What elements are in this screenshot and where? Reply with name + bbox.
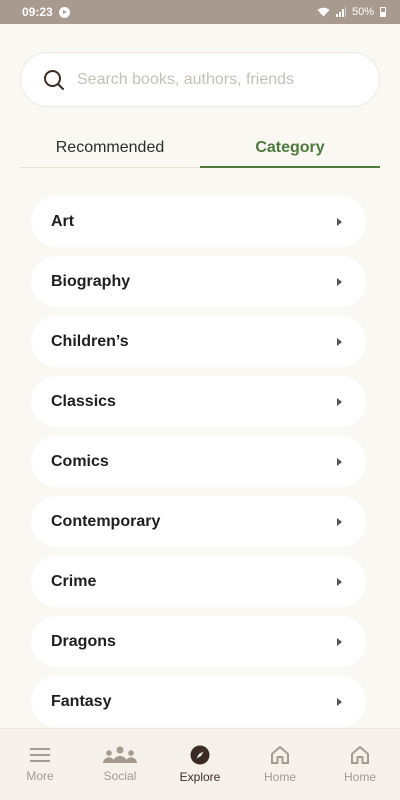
media-play-icon — [58, 6, 70, 18]
category-label: Crime — [51, 572, 97, 590]
category-label: Dragons — [51, 632, 116, 650]
nav-more[interactable]: More — [0, 729, 80, 800]
compass-icon — [190, 745, 210, 765]
battery-percentage: 50% — [351, 6, 374, 18]
category-label: Fantasy — [51, 692, 112, 710]
menu-icon — [30, 748, 50, 762]
category-label: Biography — [51, 272, 131, 290]
category-label: Comics — [51, 452, 109, 470]
nav-home[interactable]: Home — [240, 729, 320, 800]
chevron-right-icon — [337, 277, 342, 286]
chevron-right-icon — [337, 697, 342, 706]
chevron-right-icon — [337, 577, 342, 586]
people-icon — [103, 746, 137, 763]
category-item-classics[interactable]: Classics — [31, 376, 366, 427]
chevron-right-icon — [337, 217, 342, 226]
nav-label: Home — [343, 770, 376, 784]
category-item-fantasy[interactable]: Fantasy — [31, 676, 366, 727]
search-bar[interactable] — [20, 52, 380, 107]
status-bar: 09:23 50% — [0, 0, 400, 24]
home-icon — [271, 746, 289, 764]
chevron-right-icon — [337, 517, 342, 526]
category-label: Art — [51, 212, 75, 230]
battery-icon — [380, 7, 386, 17]
category-item-dragons[interactable]: Dragons — [31, 616, 366, 667]
search-icon — [44, 69, 64, 90]
category-label: Contemporary — [51, 512, 161, 530]
nav-social[interactable]: Social — [80, 729, 160, 800]
nav-label: Explore — [179, 770, 221, 784]
nav-label: Social — [103, 769, 137, 783]
signal-icon — [335, 7, 346, 17]
category-item-biography[interactable]: Biography — [31, 256, 366, 307]
nav-label: Home — [263, 770, 296, 784]
tab-recommended[interactable]: Recommended — [20, 128, 200, 167]
nav-explore[interactable]: Explore — [160, 729, 240, 800]
category-item-contemporary[interactable]: Contemporary — [31, 496, 366, 547]
chevron-right-icon — [337, 457, 342, 466]
home-icon — [351, 746, 369, 764]
search-input[interactable] — [77, 70, 357, 89]
chevron-right-icon — [337, 637, 342, 646]
tab-bar: Recommended Category — [20, 128, 380, 168]
category-item-art[interactable]: Art — [31, 196, 366, 247]
category-item-childrens[interactable]: Children’s — [31, 316, 366, 367]
chevron-right-icon — [337, 397, 342, 406]
status-right: 50% — [317, 6, 386, 18]
status-left: 09:23 — [22, 5, 70, 19]
category-list: Art Biography Children’s Classics Comics… — [31, 196, 366, 736]
status-time: 09:23 — [22, 5, 53, 19]
nav-home-secondary[interactable]: Home — [320, 729, 400, 800]
category-label: Classics — [51, 392, 116, 410]
tab-category[interactable]: Category — [200, 128, 380, 168]
category-item-crime[interactable]: Crime — [31, 556, 366, 607]
chevron-right-icon — [337, 337, 342, 346]
nav-label: More — [26, 769, 54, 783]
category-item-comics[interactable]: Comics — [31, 436, 366, 487]
bottom-nav: More Social Explore Home Home — [0, 728, 400, 800]
category-label: Children’s — [51, 332, 129, 350]
wifi-icon — [317, 7, 330, 17]
